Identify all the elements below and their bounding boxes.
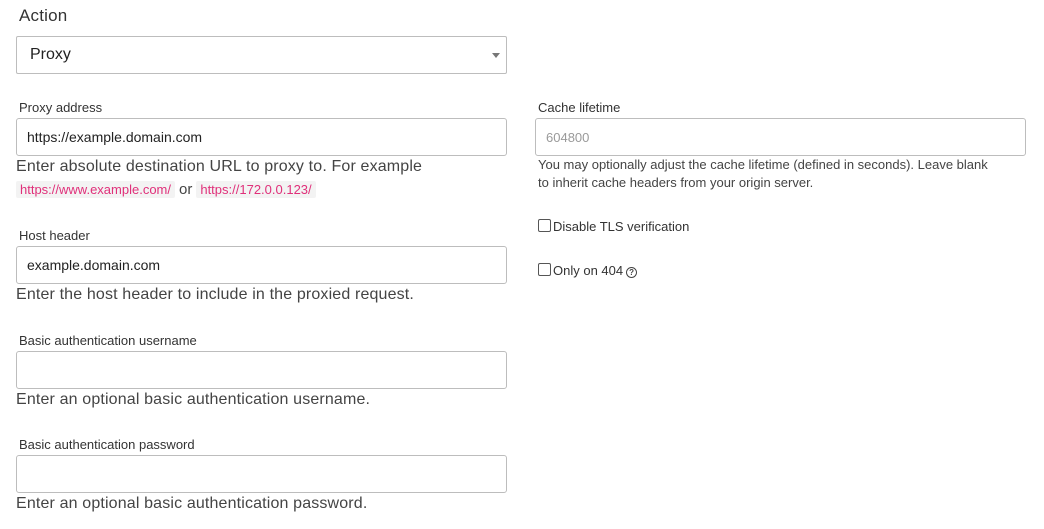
cache-lifetime-help: You may optionally adjust the cache life… bbox=[538, 156, 988, 192]
proxy-address-label: Proxy address bbox=[19, 100, 103, 115]
question-circle-icon[interactable]: ? bbox=[626, 267, 638, 278]
basic-auth-password-label: Basic authentication password bbox=[19, 437, 195, 452]
proxy-address-examples: https://www.example.com/or https://172.0.… bbox=[16, 181, 316, 199]
chevron-down-icon bbox=[492, 53, 500, 58]
host-header-label: Host header bbox=[19, 228, 90, 243]
cache-lifetime-input[interactable] bbox=[535, 118, 1026, 156]
basic-auth-username-label: Basic authentication username bbox=[19, 333, 197, 348]
disable-tls-label[interactable]: Disable TLS verification bbox=[553, 219, 689, 234]
basic-auth-password-help: Enter an optional basic authentication p… bbox=[16, 495, 368, 512]
proxy-action-form: Action Proxy Proxy address Enter absolut… bbox=[0, 0, 1044, 529]
proxy-address-input[interactable] bbox=[16, 118, 507, 156]
basic-auth-password-input[interactable] bbox=[16, 455, 507, 493]
or-text: or bbox=[179, 181, 193, 198]
only-on-404-checkbox[interactable] bbox=[538, 263, 551, 276]
only-on-404-row: Only on 404? bbox=[538, 262, 638, 280]
basic-auth-username-help: Enter an optional basic authentication u… bbox=[16, 391, 371, 408]
only-on-404-label[interactable]: Only on 404 bbox=[553, 263, 623, 278]
action-label: Action bbox=[19, 6, 68, 25]
host-header-help: Enter the host header to include in the … bbox=[16, 286, 414, 303]
action-select-value: Proxy bbox=[30, 46, 71, 63]
cache-lifetime-help-line-1: You may optionally adjust the cache life… bbox=[538, 157, 988, 172]
basic-auth-username-input[interactable] bbox=[16, 351, 507, 389]
disable-tls-checkbox[interactable] bbox=[538, 219, 551, 232]
proxy-address-help: Enter absolute destination URL to proxy … bbox=[16, 158, 423, 175]
example-url-domain: https://www.example.com/ bbox=[16, 181, 175, 198]
cache-lifetime-label: Cache lifetime bbox=[538, 100, 621, 115]
host-header-input[interactable] bbox=[16, 246, 507, 284]
disable-tls-row: Disable TLS verification bbox=[538, 218, 689, 236]
action-select[interactable]: Proxy bbox=[16, 36, 507, 74]
example-url-ip: https://172.0.0.123/ bbox=[196, 181, 316, 198]
cache-lifetime-help-line-2: to inherit cache headers from your origi… bbox=[538, 175, 814, 190]
